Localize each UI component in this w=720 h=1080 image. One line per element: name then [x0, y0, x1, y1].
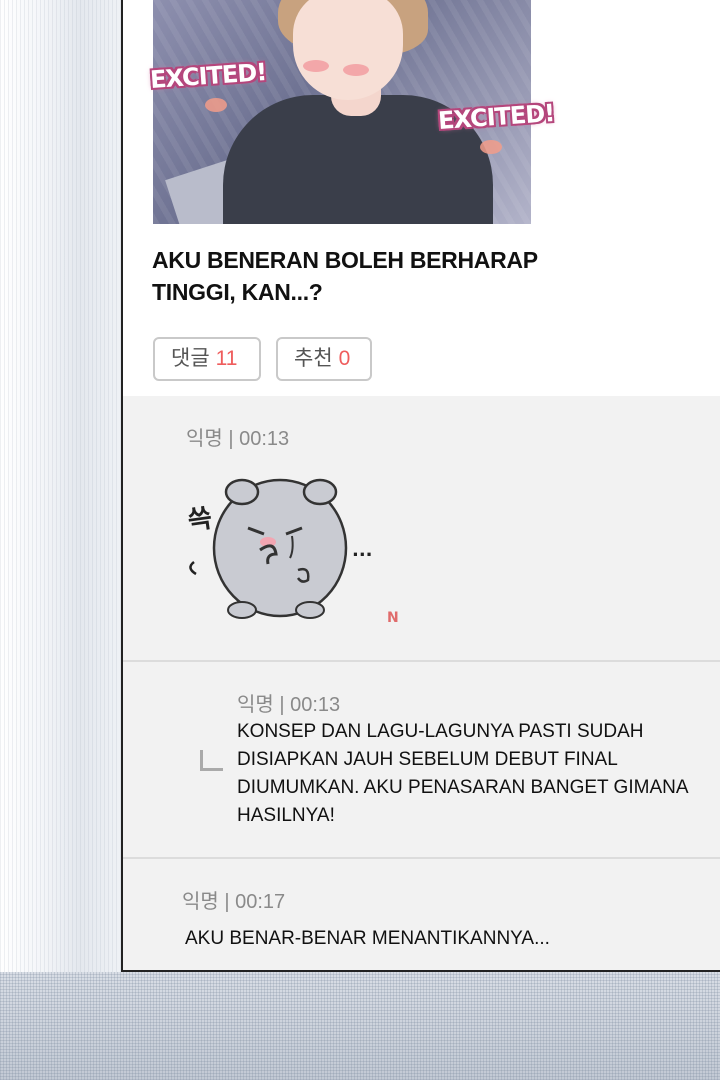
- recommend-count: 0: [338, 347, 351, 370]
- crying-hamster-sticker: 쓱 ... N: [186, 478, 399, 626]
- comment-line: AKU BENAR-BENAR MENANTIKANNYA...: [185, 928, 550, 949]
- post-title-line: AKU BENERAN BOLEH BERHARAP: [152, 247, 538, 273]
- comment-meta: 익명 | 00:17: [182, 891, 286, 913]
- comment-meta: 익명 | 00:13: [186, 428, 290, 450]
- post-title-line: TINGGI, KAN...?: [152, 279, 323, 305]
- comments-count: 11: [215, 347, 238, 370]
- comment-line: DISIAPKAN JAUH SEBELUM DEBUT FINAL: [237, 749, 618, 770]
- comment-line: HASILNYA!: [237, 805, 335, 826]
- comment-text: AKU BENAR-BENAR MENANTIKANNYA...: [185, 925, 550, 953]
- recommend-button[interactable]: 추천 0: [276, 337, 372, 381]
- comment-line: KONSEP DAN LAGU-LAGUNYA PASTI SUDAH: [237, 721, 644, 742]
- comment-line: DIUMUMKAN. AKU PENASARAN BANGET GIMANA: [237, 777, 689, 798]
- sticker-mark: N: [387, 610, 399, 626]
- comment-divider: [123, 660, 720, 662]
- comments-label: 댓글: [171, 347, 210, 370]
- background-texture: [0, 0, 125, 1080]
- comments-button[interactable]: 댓글 11: [153, 337, 261, 381]
- reply-arrow-icon: [200, 750, 223, 771]
- post-title: AKU BENERAN BOLEH BERHARAP TINGGI, KAN..…: [152, 244, 572, 308]
- heart-icon: [205, 98, 227, 112]
- comment-meta: 익명 | 00:13: [237, 694, 341, 716]
- recommend-label: 추천: [294, 347, 333, 370]
- sticker-glyph-right: ...: [352, 540, 373, 561]
- heart-icon: [480, 140, 502, 154]
- background-bottom-texture: [0, 972, 720, 1080]
- sticker-glyph-left: 쓱: [186, 503, 214, 536]
- comment-divider: [123, 857, 720, 859]
- comment-text: KONSEP DAN LAGU-LAGUNYA PASTI SUDAH DISI…: [237, 718, 689, 830]
